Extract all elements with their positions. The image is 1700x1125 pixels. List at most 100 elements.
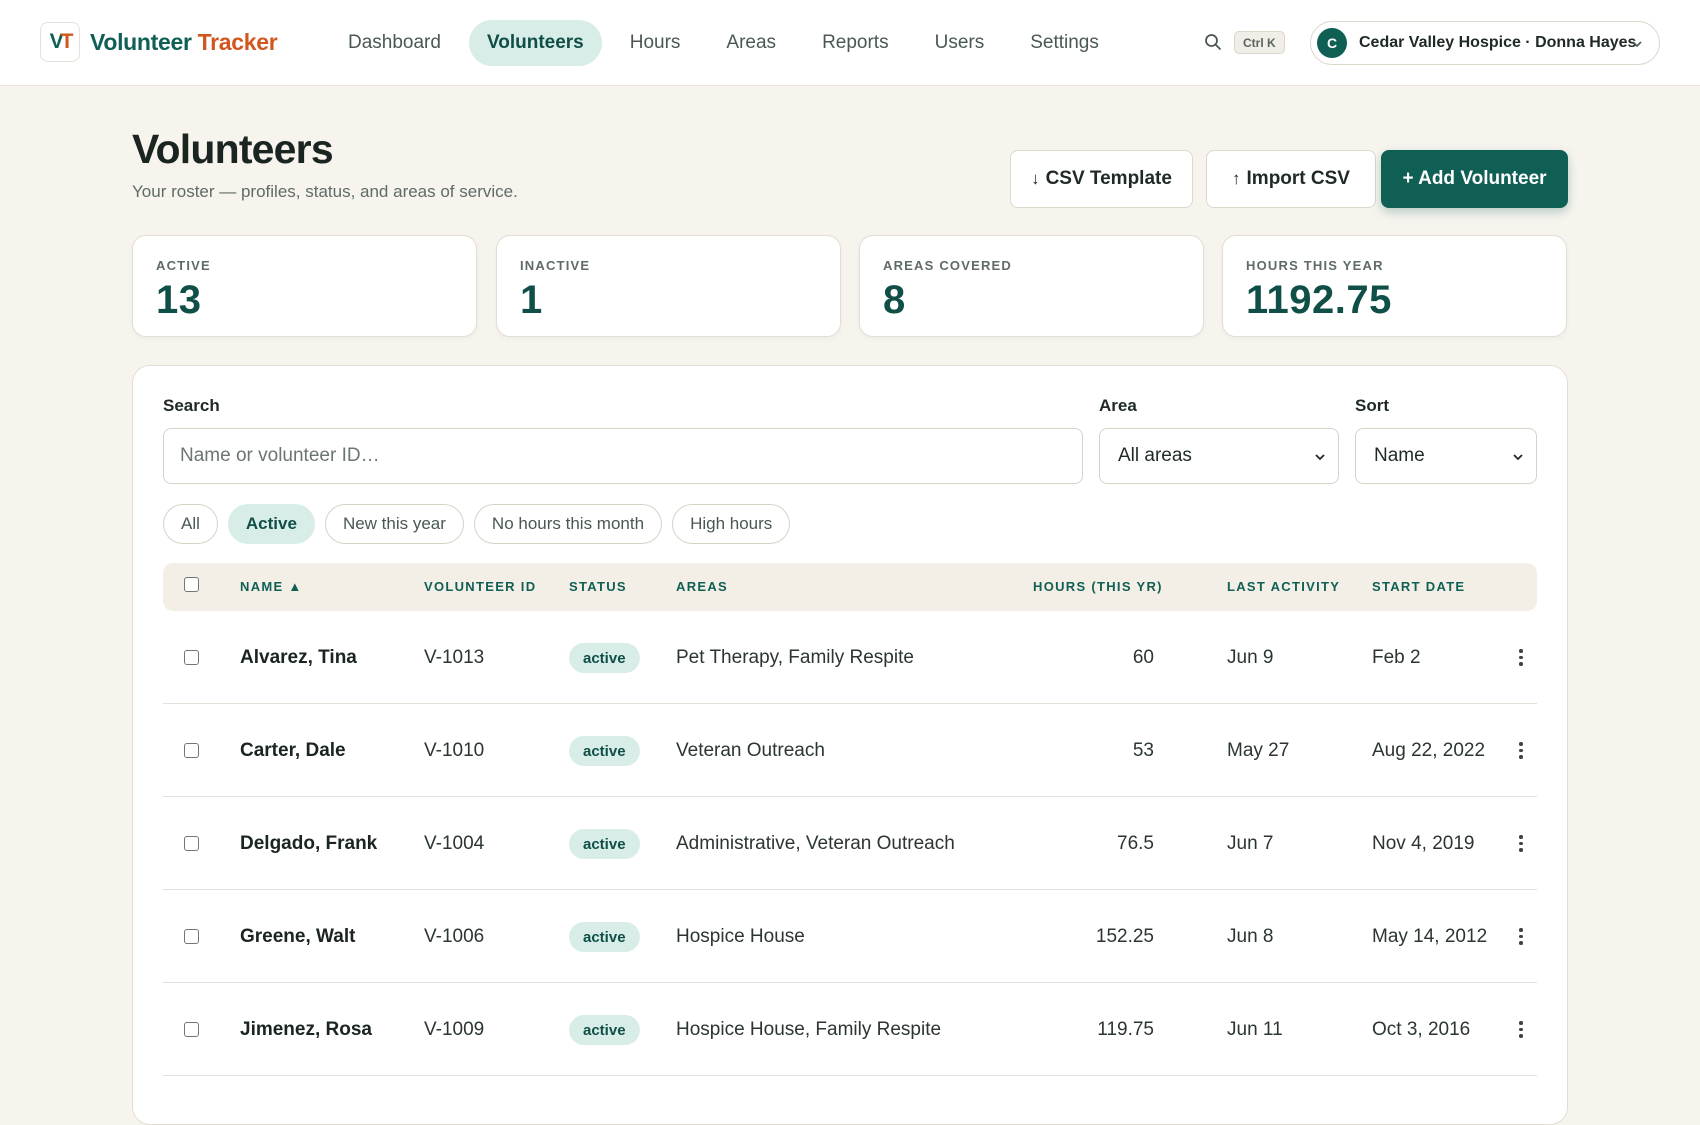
volunteer-areas: Hospice House bbox=[676, 926, 805, 947]
table-row[interactable]: Greene, Walt V-1006 active Hospice House… bbox=[163, 890, 1537, 983]
volunteer-name[interactable]: Carter, Dale bbox=[240, 740, 346, 762]
column-header-areas[interactable]: AREAS bbox=[676, 579, 728, 594]
volunteer-areas: Administrative, Veteran Outreach bbox=[676, 833, 955, 854]
stat-label: HOURS THIS YEAR bbox=[1246, 258, 1384, 273]
brand-name: Volunteer Tracker bbox=[90, 28, 278, 56]
search-input[interactable] bbox=[163, 428, 1083, 484]
volunteer-hours: 53 bbox=[1132, 740, 1154, 761]
volunteer-name[interactable]: Jimenez, Rosa bbox=[240, 1019, 372, 1041]
last-activity: Jun 8 bbox=[1227, 926, 1274, 947]
column-header-last-activity[interactable]: LAST ACTIVITY bbox=[1227, 579, 1340, 594]
stat-value: 1 bbox=[520, 278, 543, 322]
sort-label: Sort bbox=[1355, 396, 1389, 415]
chip-no-hours-this-month[interactable]: No hours this month bbox=[473, 504, 663, 544]
volunteer-hours: 152.25 bbox=[1095, 926, 1154, 947]
status-badge: active bbox=[569, 643, 640, 673]
table-row[interactable]: Alvarez, Tina V-1013 active Pet Therapy,… bbox=[163, 611, 1537, 704]
volunteer-id: V-1006 bbox=[424, 926, 485, 947]
page-subtitle: Your roster — profiles, status, and area… bbox=[132, 182, 518, 201]
chip-all[interactable]: All bbox=[163, 504, 218, 544]
stat-value: 8 bbox=[883, 278, 906, 322]
area-select[interactable]: All areas bbox=[1099, 428, 1339, 484]
select-all-checkbox[interactable] bbox=[184, 577, 199, 592]
start-date: Aug 22, 2022 bbox=[1372, 740, 1486, 761]
kebab-menu-icon[interactable] bbox=[1519, 742, 1523, 760]
search-shortcut-hint: Ctrl K bbox=[1234, 31, 1285, 54]
add-volunteer-button[interactable]: + Add Volunteer bbox=[1381, 150, 1568, 208]
sort-select-value: Name bbox=[1374, 445, 1425, 466]
status-badge: active bbox=[569, 736, 640, 766]
brand-name-second: Tracker bbox=[197, 28, 278, 55]
stat-label: ACTIVE bbox=[156, 258, 211, 273]
search-icon[interactable] bbox=[1204, 33, 1222, 51]
chip-new-this-year[interactable]: New this year bbox=[324, 504, 464, 544]
nav-hours[interactable]: Hours bbox=[612, 20, 699, 66]
volunteer-name[interactable]: Greene, Walt bbox=[240, 926, 355, 948]
chevron-down-icon bbox=[1513, 454, 1523, 461]
roster-panel: Search Area All areas Sort Name All Acti… bbox=[132, 365, 1568, 1125]
volunteer-id: V-1013 bbox=[424, 647, 485, 668]
nav-users[interactable]: Users bbox=[917, 20, 1003, 66]
stat-card-areas-covered: AREAS COVERED 8 bbox=[859, 235, 1204, 337]
chip-active[interactable]: Active bbox=[227, 504, 315, 544]
stat-value: 13 bbox=[156, 278, 202, 322]
csv-template-button[interactable]: ↓ CSV Template bbox=[1010, 150, 1193, 208]
volunteer-name[interactable]: Alvarez, Tina bbox=[240, 647, 357, 669]
volunteer-areas: Hospice House, Family Respite bbox=[676, 1019, 942, 1040]
nav-areas[interactable]: Areas bbox=[708, 20, 794, 66]
search-label: Search bbox=[163, 396, 220, 415]
chip-high-hours[interactable]: High hours bbox=[672, 504, 791, 544]
arrow-up-icon: ↑ bbox=[1232, 169, 1241, 188]
brand-logo-t: T bbox=[60, 30, 74, 53]
brand[interactable]: VT Volunteer Tracker bbox=[40, 22, 278, 62]
stat-card-inactive: INACTIVE 1 bbox=[496, 235, 841, 337]
table-row[interactable]: Jimenez, Rosa V-1009 active Hospice Hous… bbox=[163, 983, 1537, 1076]
column-header-status[interactable]: STATUS bbox=[569, 579, 627, 594]
nav-reports[interactable]: Reports bbox=[804, 20, 907, 66]
area-label: Area bbox=[1099, 396, 1137, 415]
volunteer-hours: 119.75 bbox=[1097, 1019, 1154, 1040]
table-row[interactable]: Delgado, Frank V-1004 active Administrat… bbox=[163, 797, 1537, 890]
last-activity: Jun 9 bbox=[1227, 647, 1274, 668]
volunteer-hours: 60 bbox=[1132, 647, 1154, 668]
nav-volunteers[interactable]: Volunteers bbox=[468, 20, 602, 66]
start-date: Nov 4, 2019 bbox=[1372, 833, 1475, 854]
volunteer-name[interactable]: Delgado, Frank bbox=[240, 833, 377, 855]
last-activity: May 27 bbox=[1227, 740, 1290, 761]
status-badge: active bbox=[569, 1015, 640, 1045]
org-switcher[interactable]: C Cedar Valley Hospice · Donna Hayes bbox=[1310, 21, 1660, 65]
kebab-menu-icon[interactable] bbox=[1519, 1021, 1523, 1039]
kebab-menu-icon[interactable] bbox=[1519, 649, 1523, 667]
volunteer-areas: Veteran Outreach bbox=[676, 740, 825, 761]
import-csv-button[interactable]: ↑ Import CSV bbox=[1206, 150, 1376, 208]
volunteer-id: V-1009 bbox=[424, 1019, 485, 1040]
stat-card-hours-this-year: HOURS THIS YEAR 1192.75 bbox=[1222, 235, 1567, 337]
column-header-hours[interactable]: HOURS (THIS YR) bbox=[1033, 579, 1163, 594]
volunteer-id: V-1004 bbox=[424, 833, 485, 854]
org-user-label: Cedar Valley Hospice · Donna Hayes bbox=[1359, 34, 1637, 51]
column-header-start-date[interactable]: START DATE bbox=[1372, 579, 1465, 594]
last-activity: Jun 7 bbox=[1227, 833, 1274, 854]
column-header-name[interactable]: NAME ▲ bbox=[240, 579, 303, 594]
last-activity: Jun 11 bbox=[1227, 1019, 1283, 1040]
row-checkbox[interactable] bbox=[184, 929, 199, 944]
start-date: Oct 3, 2016 bbox=[1372, 1019, 1471, 1040]
row-checkbox[interactable] bbox=[184, 1022, 199, 1037]
arrow-down-icon: ↓ bbox=[1031, 169, 1040, 188]
area-select-value: All areas bbox=[1118, 445, 1192, 466]
kebab-menu-icon[interactable] bbox=[1519, 835, 1523, 853]
column-header-volunteer-id[interactable]: VOLUNTEER ID bbox=[424, 579, 536, 594]
top-navigation-bar: VT Volunteer Tracker Dashboard Volunteers… bbox=[0, 0, 1700, 86]
row-checkbox[interactable] bbox=[184, 650, 199, 665]
status-badge: active bbox=[569, 922, 640, 952]
sort-select[interactable]: Name bbox=[1355, 428, 1537, 484]
brand-name-first: Volunteer bbox=[90, 28, 192, 55]
kebab-menu-icon[interactable] bbox=[1519, 928, 1523, 946]
table-header: NAME ▲ VOLUNTEER ID STATUS AREAS HOURS (… bbox=[163, 563, 1537, 611]
table-row[interactable]: Carter, Dale V-1010 active Veteran Outre… bbox=[163, 704, 1537, 797]
brand-logo-v: V bbox=[49, 30, 64, 53]
nav-dashboard[interactable]: Dashboard bbox=[330, 20, 459, 66]
row-checkbox[interactable] bbox=[184, 836, 199, 851]
row-checkbox[interactable] bbox=[184, 743, 199, 758]
nav-settings[interactable]: Settings bbox=[1012, 20, 1117, 66]
